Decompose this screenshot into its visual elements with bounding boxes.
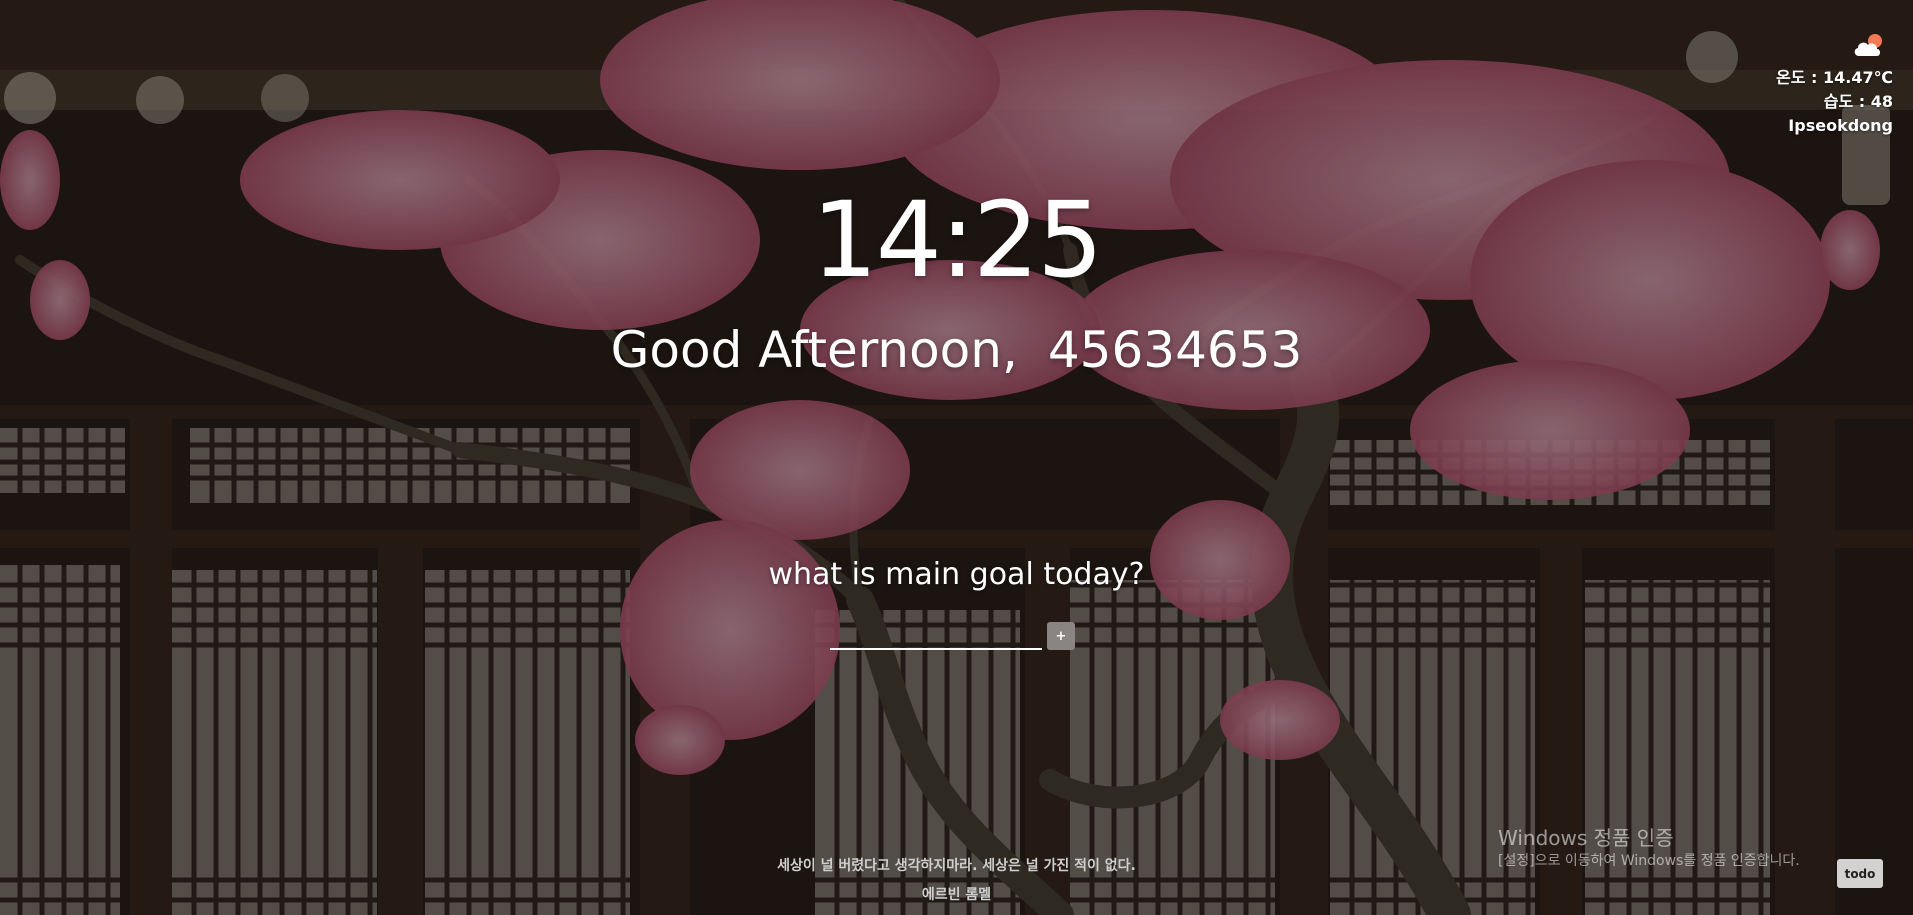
user-name: 45634653 — [1047, 321, 1303, 379]
quote-text: 세상이 널 버렸다고 생각하지마라. 세상은 널 가진 적이 없다. — [777, 858, 1136, 874]
todo-button[interactable]: todo — [1837, 859, 1883, 888]
goal-question: what is main goal today? — [768, 557, 1145, 592]
background-photo — [0, 0, 1913, 915]
goal-form: + — [830, 622, 1075, 652]
background-scene: 온도 : 14.47℃ 습도 : 48 Ipseokdong 14:25 Goo… — [0, 0, 1913, 915]
add-goal-button[interactable]: + — [1047, 622, 1075, 650]
temperature-text: 온도 : 14.47℃ — [1776, 68, 1893, 87]
activation-title: Windows 정품 인증 — [1498, 826, 1674, 850]
goal-input[interactable] — [830, 622, 1042, 650]
clock: 14:25 — [811, 179, 1104, 301]
greeting: Good Afternoon, 45634653 — [0, 320, 1913, 380]
weather-widget: 온도 : 14.47℃ 습도 : 48 Ipseokdong — [1776, 32, 1893, 138]
humidity-text: 습도 : 48 — [1823, 92, 1893, 111]
quote-author: 에르빈 롬멜 — [921, 887, 992, 903]
greeting-text: Good Afternoon, — [610, 321, 1018, 379]
location-text: Ipseokdong — [1788, 116, 1893, 135]
cloud-sun-icon — [1854, 34, 1882, 56]
